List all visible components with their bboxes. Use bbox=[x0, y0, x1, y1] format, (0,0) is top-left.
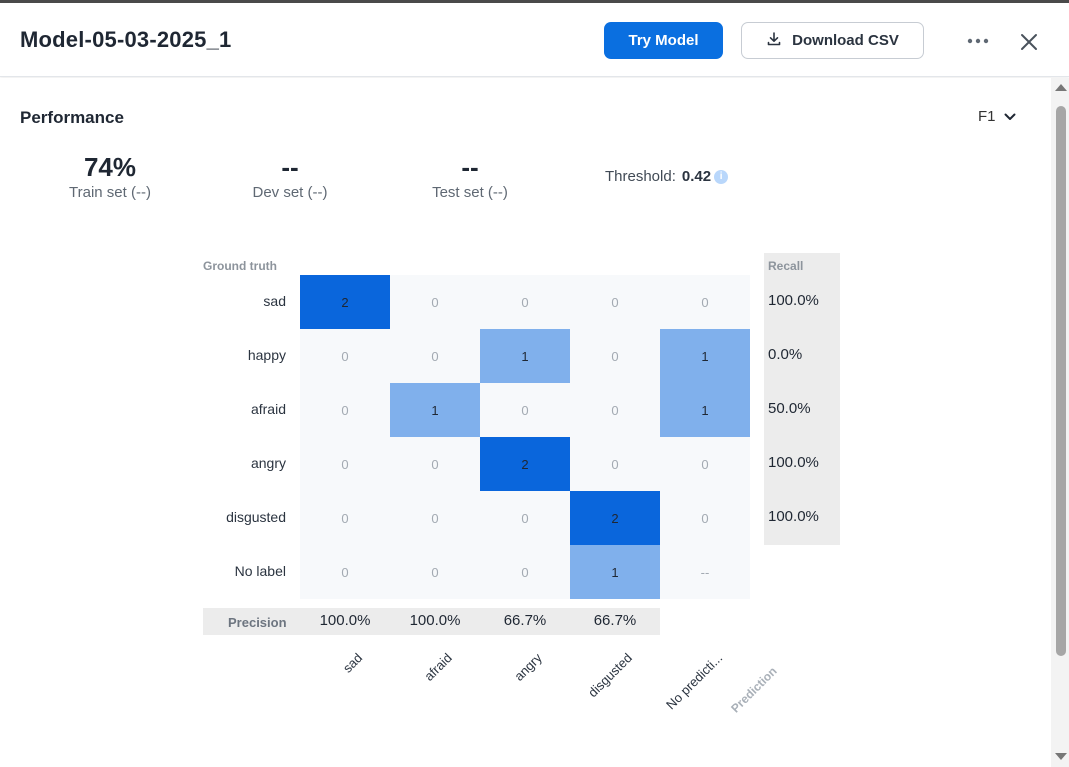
matrix-cell[interactable]: 0 bbox=[660, 275, 750, 329]
row-label: happy bbox=[247, 347, 286, 363]
matrix-cell[interactable]: 2 bbox=[570, 491, 660, 545]
precision-value: 100.0% bbox=[409, 612, 461, 629]
matrix-cell[interactable]: 0 bbox=[300, 545, 390, 599]
matrix-cell[interactable]: 1 bbox=[570, 545, 660, 599]
download-csv-button[interactable]: Download CSV bbox=[741, 22, 924, 59]
matrix-cell[interactable]: 0 bbox=[570, 383, 660, 437]
matrix-cell[interactable]: 0 bbox=[300, 437, 390, 491]
modal-header: Model-05-03-2025_1 Try Model Download CS… bbox=[0, 3, 1069, 77]
matrix-cell[interactable]: 1 bbox=[660, 383, 750, 437]
matrix-cell[interactable]: 0 bbox=[480, 545, 570, 599]
row-label: sad bbox=[263, 293, 286, 309]
matrix-cell[interactable]: 2 bbox=[480, 437, 570, 491]
recall-value: 100.0% bbox=[768, 508, 819, 525]
recall-value: 0.0% bbox=[768, 346, 803, 363]
row-label: disgusted bbox=[226, 509, 286, 525]
close-icon[interactable] bbox=[1016, 29, 1042, 55]
matrix-cell[interactable]: 0 bbox=[390, 437, 480, 491]
column-label: No predicti... bbox=[663, 650, 726, 713]
scroll-down-icon[interactable] bbox=[1055, 753, 1067, 760]
matrix-cell[interactable]: 0 bbox=[570, 329, 660, 383]
column-label: angry bbox=[511, 650, 546, 684]
more-options-icon[interactable] bbox=[962, 30, 994, 52]
matrix-cell[interactable]: 0 bbox=[480, 491, 570, 545]
ground-truth-title: Ground truth bbox=[203, 259, 277, 273]
confusion-matrix: Ground truth Recall Precision Prediction… bbox=[0, 78, 1051, 767]
download-icon bbox=[766, 31, 782, 51]
try-model-button[interactable]: Try Model bbox=[604, 22, 723, 59]
matrix-cell[interactable]: 0 bbox=[300, 491, 390, 545]
row-label: afraid bbox=[250, 401, 286, 417]
matrix-cell[interactable]: 0 bbox=[390, 491, 480, 545]
matrix-cell[interactable]: 1 bbox=[480, 329, 570, 383]
precision-title: Precision bbox=[228, 615, 287, 630]
matrix-cell[interactable]: 0 bbox=[390, 545, 480, 599]
recall-value: 50.0% bbox=[768, 400, 811, 417]
matrix-cell[interactable]: 0 bbox=[570, 437, 660, 491]
matrix-cell[interactable]: 0 bbox=[390, 275, 480, 329]
recall-value: 100.0% bbox=[768, 454, 819, 471]
matrix-cell[interactable]: 0 bbox=[390, 329, 480, 383]
row-label: angry bbox=[250, 455, 286, 471]
column-label: afraid bbox=[421, 650, 456, 684]
matrix-cell[interactable]: 0 bbox=[660, 437, 750, 491]
matrix-cell[interactable]: 1 bbox=[390, 383, 480, 437]
matrix-cell[interactable]: 2 bbox=[300, 275, 390, 329]
vertical-scrollbar[interactable] bbox=[1051, 78, 1069, 767]
matrix-cell[interactable]: -- bbox=[660, 545, 750, 599]
matrix-cell[interactable]: 0 bbox=[300, 383, 390, 437]
download-csv-label: Download CSV bbox=[792, 32, 899, 49]
column-label: disgusted bbox=[585, 650, 636, 701]
prediction-title: Prediction bbox=[728, 664, 780, 716]
row-label: No label bbox=[234, 563, 286, 579]
scroll-up-icon[interactable] bbox=[1055, 84, 1067, 91]
matrix-cell[interactable]: 1 bbox=[660, 329, 750, 383]
modal-content: Performance F1 74% Train set (--) -- Dev… bbox=[0, 78, 1051, 767]
matrix-cell[interactable]: 0 bbox=[480, 383, 570, 437]
matrix-cell[interactable]: 0 bbox=[480, 275, 570, 329]
column-label: sad bbox=[339, 650, 366, 676]
matrix-cell[interactable]: 0 bbox=[300, 329, 390, 383]
matrix-cell[interactable]: 0 bbox=[570, 275, 660, 329]
model-title: Model-05-03-2025_1 bbox=[20, 27, 232, 52]
recall-title: Recall bbox=[768, 259, 804, 273]
precision-value: 66.7% bbox=[593, 612, 637, 629]
recall-value: 100.0% bbox=[768, 292, 819, 309]
precision-value: 66.7% bbox=[503, 612, 547, 629]
scroll-thumb[interactable] bbox=[1056, 106, 1066, 656]
matrix-cell[interactable]: 0 bbox=[660, 491, 750, 545]
precision-value: 100.0% bbox=[319, 612, 371, 629]
